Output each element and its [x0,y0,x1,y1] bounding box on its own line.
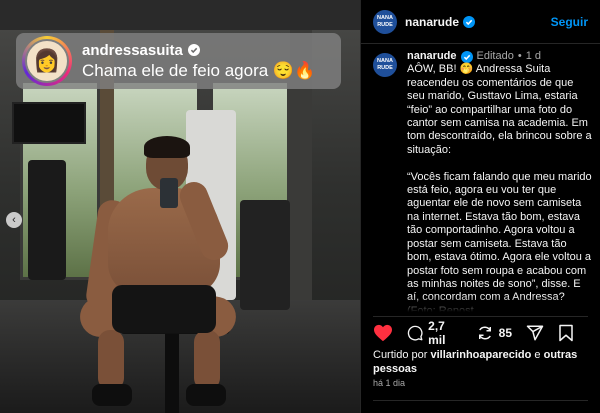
heart-icon [374,324,392,341]
overlay-comment: Chama ele de feio agora 😌🔥 [82,60,316,80]
post-header: NANA RUDE nanarude Seguir [361,0,600,44]
caption-meta: nanarude Editado • 1 d [407,50,592,63]
overlay-avatar: 👩 [22,36,72,86]
caption-section: NANA RUDE nanarude Editado • 1 d AÔW, BB… [373,50,592,312]
verified-icon [463,15,476,28]
photo-person-shoe [186,384,226,406]
like-button[interactable] [373,324,393,342]
author-avatar-text: NANA RUDE [377,14,393,28]
overlay-avatar-image: 👩 [25,39,69,83]
author-username-row: nanarude [405,15,476,29]
photo-phone [160,178,178,208]
follow-button[interactable]: Seguir [551,15,588,29]
repost-icon [478,326,491,339]
photo-gym-machine [28,160,66,280]
caption-fade [373,296,592,312]
caption-author-avatar[interactable]: NANA RUDE [373,53,397,77]
likes-summary: Curtido por villarinhoaparecido e outras… [373,348,590,376]
verified-icon [460,50,473,63]
photo-person-shoe [92,384,132,406]
post-photo[interactable]: 👩 andressasuita Chama ele de feio agora … [0,0,360,413]
caption-age: 1 d [525,50,541,62]
comment-button[interactable]: 2,7 mil [407,319,462,347]
caption-avatar-wrap: NANA RUDE [373,53,397,312]
caption-edited: Editado [476,50,514,62]
photo-gym-machine [240,200,290,310]
photo-person-shorts [112,285,216,333]
caption-dot: • [517,50,522,62]
likes-conj: e [534,349,541,361]
action-bar: 2,7 mil 85 [373,316,588,348]
likes-user[interactable]: villarinhoaparecido [430,349,531,361]
repost-button[interactable]: 85 [476,324,512,342]
caption-body: nanarude Editado • 1 d AÔW, BB! 🤭 Andres… [407,50,592,312]
save-button[interactable] [558,324,574,342]
overlay-text: andressasuita Chama ele de feio agora 😌🔥 [82,42,315,81]
carousel-prev-icon[interactable]: ‹ [6,212,22,228]
photo-bench-leg [165,334,179,413]
add-comment-strip[interactable] [373,400,588,413]
photo-person-shin [194,330,220,390]
photo-person-hair [144,136,190,158]
caption-text: AÔW, BB! 🤭 Andressa Suita reacendeu os c… [407,63,592,312]
likes-prefix: Curtido por [373,349,428,361]
post-time: há 1 dia [373,378,406,388]
post-panel: NANA RUDE nanarude Seguir NANA RUDE nana… [360,0,600,413]
author-avatar[interactable]: NANA RUDE [373,9,397,34]
photo-person-shin [98,330,124,390]
comment-overlay: 👩 andressasuita Chama ele de feio agora … [16,33,341,89]
photo-tv [12,102,86,144]
comment-icon [407,325,423,340]
verified-icon [187,44,200,56]
bookmark-icon [559,324,573,341]
author-username[interactable]: nanarude [405,15,459,29]
caption-username[interactable]: nanarude [407,50,457,63]
share-icon [526,325,544,340]
reposts-count: 85 [498,325,512,340]
overlay-username: andressasuita [82,41,183,59]
comments-count: 2,7 mil [428,318,446,347]
overlay-username-row: andressasuita [82,42,315,59]
share-button[interactable] [526,324,544,342]
caption-avatar-text: NANA RUDE [377,58,393,71]
photo-ceiling [0,0,360,30]
